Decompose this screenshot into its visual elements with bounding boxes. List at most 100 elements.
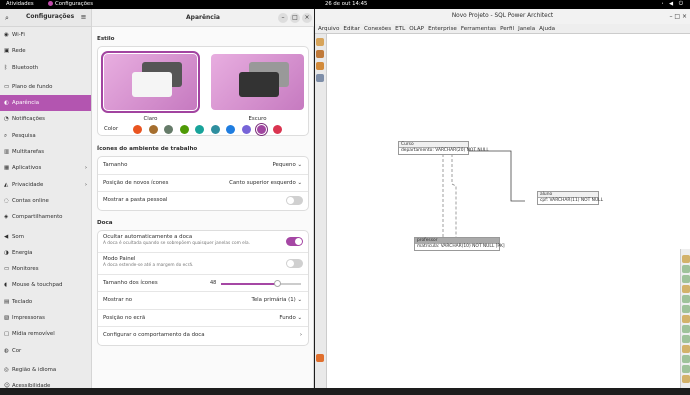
sidebar-item-apar-ncia[interactable]: ◐ Aparência — [0, 95, 91, 112]
new-icons-position-dropdown[interactable]: Canto superior esquerdo ⌄ — [229, 175, 302, 193]
show-on-dropdown[interactable]: Tela primária (1) ⌄ — [251, 292, 302, 310]
sidebar-item-compartilhamento[interactable]: ◈ Compartilhamento — [0, 209, 91, 225]
accent-color-swatch[interactable] — [241, 125, 251, 134]
toolbar-tool-icon[interactable] — [682, 355, 690, 363]
app-menu[interactable]: Configurações — [48, 0, 93, 9]
accent-color-swatch[interactable] — [133, 125, 142, 134]
accent-color-swatch[interactable] — [272, 125, 282, 134]
toolbar-tool-icon[interactable] — [682, 375, 690, 383]
toolbar-tool-icon[interactable] — [316, 38, 324, 46]
menu-item[interactable]: Enterprise — [428, 26, 457, 32]
accent-color-swatch[interactable] — [255, 123, 268, 136]
accent-color-swatch[interactable] — [210, 125, 220, 134]
window-controls-icon[interactable]: – □ × — [669, 9, 687, 24]
table-curso[interactable]: Curso departamento: VARCHAR(20) NOT NULL — [398, 141, 489, 155]
toolbar-tool-icon[interactable] — [682, 275, 690, 283]
menu-item[interactable]: Conexões — [364, 26, 391, 32]
toolbar-tool-icon[interactable] — [682, 295, 690, 303]
autohide-toggle[interactable] — [286, 236, 303, 246]
toolbar-tool-icon[interactable] — [682, 335, 690, 343]
sidebar-item-pesquisa[interactable]: ⌕ Pesquisa — [0, 128, 91, 144]
sidebar-item-teclado[interactable]: ▤ Teclado — [0, 294, 91, 310]
sidebar-item-rede[interactable]: ▣ Rede — [0, 43, 91, 59]
sidebar-item-acessibilidade[interactable]: ☺ Acessibilidade — [0, 378, 91, 394]
toolbar-tool-icon[interactable] — [682, 365, 690, 373]
toolbar-tool-icon[interactable] — [682, 255, 690, 263]
table-aluno-column[interactable]: cpf: VARCHAR(11) NOT NULL — [538, 198, 603, 205]
power-architect-window: Novo Projeto - SQL Power Architect – □ × … — [315, 9, 690, 388]
toolbar-tool-icon[interactable] — [682, 305, 690, 313]
sidebar-item-som[interactable]: ◀ Som — [0, 229, 91, 245]
sidebar-item-monitores[interactable]: ▭ Monitores — [0, 261, 91, 277]
playpen-canvas[interactable]: Curso departamento: VARCHAR(20) NOT NULL… — [328, 34, 680, 388]
style-light-option[interactable] — [101, 51, 200, 113]
sidebar-item-aplicativos[interactable]: ▦ Aplicativos › — [0, 160, 91, 176]
autohide-row: Ocultar automaticamente a doca A doca é o… — [98, 231, 308, 253]
slider-handle[interactable] — [274, 279, 281, 287]
style-dark-option[interactable] — [211, 54, 304, 110]
chevron-right-icon: › — [299, 332, 302, 338]
icon-size-label: Tamanho — [103, 162, 128, 168]
sidebar-item-label: Aparência — [12, 100, 40, 107]
toolbar-tool-icon[interactable] — [682, 325, 690, 333]
sidebar-item-bluetooth[interactable]: ᛒ Bluetooth — [0, 60, 91, 76]
dock-position-row[interactable]: Posição no ecrã Fundo ⌄ — [98, 310, 308, 328]
activities-button[interactable]: Atividades — [6, 0, 34, 9]
panel-mode-toggle[interactable] — [286, 258, 303, 268]
new-icons-position-row[interactable]: Posição de novos ícones Canto superior es… — [98, 175, 308, 193]
menu-item[interactable]: Ferramentas — [461, 26, 496, 32]
sidebar-item-cor[interactable]: ◍ Cor — [0, 343, 91, 359]
show-home-toggle[interactable] — [286, 196, 303, 205]
table-professor[interactable]: professor matricula: VARCHAR(10) NOT NUL… — [414, 237, 505, 251]
menu-item[interactable]: OLAP — [409, 26, 424, 32]
accent-color-swatch[interactable] — [164, 125, 173, 134]
menu-item[interactable]: Perfil — [500, 26, 514, 32]
dock-position-dropdown[interactable]: Fundo ⌄ — [279, 310, 302, 328]
sidebar-item-notifica-es[interactable]: ◔ Notificações — [0, 111, 91, 127]
table-professor-column[interactable]: matricula: VARCHAR(10) NOT NULL [PK] — [415, 244, 505, 251]
close-icon[interactable]: × — [302, 13, 312, 23]
sidebar-item-impressoras[interactable]: ▧ Impressoras — [0, 310, 91, 326]
accent-color-swatch[interactable] — [195, 125, 204, 134]
menu-icon[interactable]: ≡ — [78, 12, 89, 23]
maximize-icon[interactable]: □ — [290, 13, 300, 23]
sidebar-item-contas-online[interactable]: ◌ Contas online — [0, 193, 91, 209]
accent-color-swatch[interactable] — [179, 125, 189, 134]
system-tray[interactable]: ꞏ ◀ ⏻ — [662, 0, 685, 9]
toolbar-tool-icon[interactable] — [682, 285, 690, 293]
menu-item[interactable]: Ajuda — [539, 26, 555, 32]
sidebar-list: ◉ Wi-Fi ▣ Rede ᛒ Bluetooth ▭ Plano de fundo ◐ Apa… — [0, 27, 91, 395]
sidebar-item-plano-de-fundo[interactable]: ▭ Plano de fundo — [0, 79, 91, 95]
clock[interactable]: 26 de out 14:45 — [325, 0, 367, 9]
toolbar-tool-icon[interactable] — [682, 345, 690, 353]
search-icon[interactable]: ⌕ — [5, 14, 9, 23]
sidebar-item-regi-o-idioma[interactable]: ◎ Região & idioma — [0, 362, 91, 378]
dock-icon-size-slider[interactable] — [221, 279, 301, 287]
table-aluno[interactable]: aluno cpf: VARCHAR(11) NOT NULL — [537, 191, 603, 205]
sidebar-item-mouse-touchpad[interactable]: ◖ Mouse & touchpad — [0, 277, 91, 293]
style-picker: Claro Escuro Color — [97, 46, 309, 136]
menu-item[interactable]: Editar — [343, 26, 360, 32]
icon-size-dropdown[interactable]: Pequeno ⌄ — [273, 157, 303, 175]
minimize-icon[interactable]: – — [278, 13, 288, 23]
sidebar-item-multitarefas[interactable]: ▥ Multitarefas — [0, 144, 91, 160]
table-curso-column[interactable]: departamento: VARCHAR(20) NOT NULL — [399, 148, 489, 155]
sidebar-item-m-dia-remov-vel[interactable]: ▢ Mídia removível — [0, 326, 91, 342]
toolbar-tool-icon[interactable] — [316, 50, 324, 58]
sidebar-item-privacidade[interactable]: ◭ Privacidade › — [0, 177, 91, 193]
accent-color-swatch[interactable] — [226, 125, 235, 134]
sidebar-item-label: Contas online — [12, 197, 49, 204]
sidebar-item-energia[interactable]: ◑ Energia — [0, 245, 91, 261]
show-on-row[interactable]: Mostrar no Tela primária (1) ⌄ — [98, 292, 308, 310]
menu-item[interactable]: Arquivo — [318, 26, 339, 32]
icon-size-row[interactable]: Tamanho Pequeno ⌄ — [98, 157, 308, 175]
toolbar-tool-icon[interactable] — [682, 315, 690, 323]
configure-dock-row[interactable]: Configurar o comportamento da doca › — [98, 327, 308, 345]
sidebar-item-wi-fi[interactable]: ◉ Wi-Fi — [0, 27, 91, 43]
accent-color-swatch[interactable] — [148, 125, 158, 134]
toolbar-tool-icon[interactable] — [316, 74, 324, 82]
menu-item[interactable]: Janela — [518, 26, 535, 32]
toolbar-tool-icon[interactable] — [316, 62, 324, 70]
toolbar-tool-icon[interactable] — [682, 265, 690, 273]
menu-item[interactable]: ETL — [395, 26, 405, 32]
